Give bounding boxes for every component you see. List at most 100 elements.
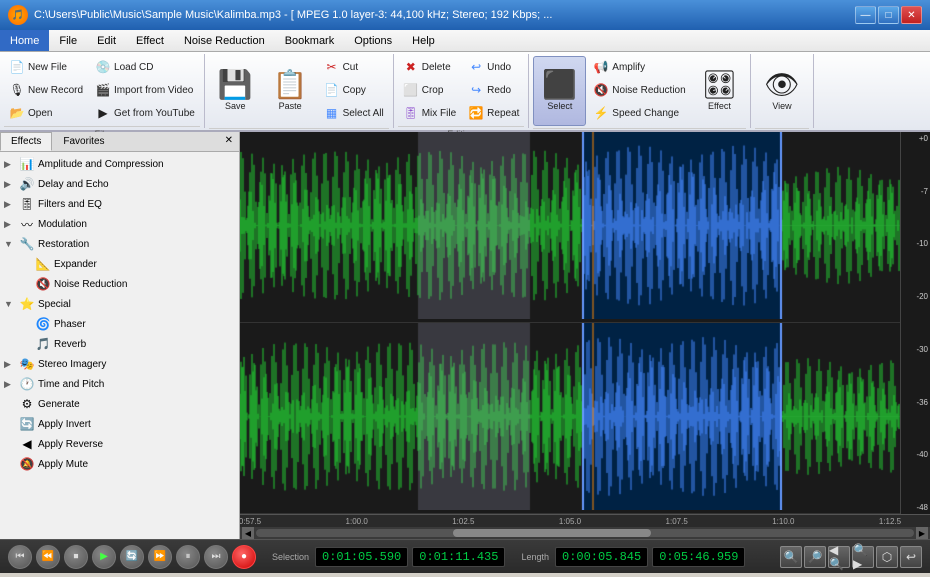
waveform-track-bottom[interactable] — [240, 323, 900, 514]
hscroll-left-button[interactable]: ◀ — [242, 527, 254, 539]
tree-item-delay[interactable]: ▶ 🔊 Delay and Echo — [0, 174, 239, 194]
transport-fast-forward[interactable]: ⏩ — [148, 545, 172, 569]
noise-reduction-icon: 🔇 — [593, 82, 609, 98]
get-youtube-button[interactable]: ▶ Get from YouTube — [90, 102, 200, 124]
length-value: 0:00:05.845 — [555, 547, 648, 567]
menu-effect[interactable]: Effect — [126, 30, 174, 51]
zoom-fit-button[interactable]: ⬡ — [876, 546, 898, 568]
tree-expand-icon: ▶ — [4, 159, 16, 170]
selection-label: Selection — [272, 552, 309, 562]
delay-icon: 🔊 — [19, 176, 35, 192]
select-all-button[interactable]: ▦ Select All — [319, 102, 389, 124]
tree-item-time-pitch[interactable]: ▶ 🕐 Time and Pitch — [0, 374, 239, 394]
waveform-tracks[interactable] — [240, 132, 900, 514]
tree-item-stereo[interactable]: ▶ 🎭 Stereo Imagery — [0, 354, 239, 374]
repeat-button[interactable]: 🔁 Repeat — [463, 102, 524, 124]
speed-change-button[interactable]: ⚡ Speed Change — [588, 102, 690, 124]
copy-button[interactable]: 📄 Copy — [319, 79, 389, 101]
noise-reduction-button[interactable]: 🔇 Noise Reduction — [588, 79, 690, 101]
transport-pause[interactable]: ⏸ — [176, 545, 200, 569]
open-icon: 📂 — [9, 105, 25, 121]
menu-home[interactable]: Home — [0, 30, 49, 51]
zoom-out-button[interactable]: 🔎 — [804, 546, 826, 568]
mix-file-button[interactable]: 🎚 Mix File — [398, 102, 461, 124]
save-button[interactable]: 💾 Save — [209, 56, 262, 126]
tree-item-noise-red[interactable]: 🔇 Noise Reduction — [16, 274, 239, 294]
tree-item-filters[interactable]: ▶ 🎚 Filters and EQ — [0, 194, 239, 214]
waveform-canvas-bottom — [240, 323, 900, 510]
tree-item-apply-reverse[interactable]: ◀ Apply Reverse — [0, 434, 239, 454]
effect-button[interactable]: 🎛 Effect — [693, 56, 747, 126]
window-controls: — □ ✕ — [855, 6, 922, 24]
apply-invert-icon: 🔄 — [19, 416, 35, 432]
redo-button[interactable]: ↪ Redo — [463, 79, 524, 101]
transport-rewind[interactable]: ⏪ — [36, 545, 60, 569]
import-video-button[interactable]: 🎬 Import from Video — [90, 79, 200, 101]
crop-icon: ⬜ — [403, 82, 419, 98]
new-file-icon: 📄 — [9, 59, 25, 75]
waveform-track-top[interactable] — [240, 132, 900, 323]
cut-icon: ✂ — [324, 59, 340, 75]
menu-options[interactable]: Options — [344, 30, 402, 51]
tree-item-reverb[interactable]: 🎵 Reverb — [16, 334, 239, 354]
tree-item-apply-mute[interactable]: 🔕 Apply Mute — [0, 454, 239, 474]
open-button[interactable]: 📂 Open — [4, 102, 88, 124]
new-record-button[interactable]: 🎙 New Record — [4, 79, 88, 101]
undo-button[interactable]: ↩ Undo — [463, 56, 524, 78]
view-button[interactable]: 👁 View — [755, 56, 809, 126]
sidebar-close-button[interactable]: ✕ — [219, 132, 239, 151]
transport-record[interactable]: ● — [232, 545, 256, 569]
sidebar-tree: ▶ 📊 Amplitude and Compression ▶ 🔊 Delay … — [0, 152, 239, 539]
hscroll-right-button[interactable]: ▶ — [916, 527, 928, 539]
paste-button[interactable]: 📋 Paste — [264, 56, 317, 126]
transport-skip-forward[interactable]: ⏭ — [204, 545, 228, 569]
cut-button[interactable]: ✂ Cut — [319, 56, 389, 78]
delete-button[interactable]: ✖ Delete — [398, 56, 461, 78]
transport-play[interactable]: ▶ — [92, 545, 116, 569]
apply-mute-label: Apply Mute — [38, 459, 88, 470]
zoom-left-button[interactable]: ◀🔍 — [828, 546, 850, 568]
sidebar-tab-favorites[interactable]: Favorites — [52, 132, 115, 151]
zoom-reset-button[interactable]: ↩ — [900, 546, 922, 568]
menu-help[interactable]: Help — [402, 30, 445, 51]
tree-item-modulation[interactable]: ▶ 〰 Modulation — [0, 214, 239, 234]
tree-item-special[interactable]: ▼ ⭐ Special — [0, 294, 239, 314]
close-button[interactable]: ✕ — [901, 6, 922, 24]
timeline-mark: 1:02.5 — [452, 517, 474, 526]
sidebar-tab-effects[interactable]: Effects — [0, 132, 52, 151]
ribbon-group-editing: ✖ Delete ⬜ Crop 🎚 Mix File ↩ Undo — [394, 54, 530, 128]
waveform-db-scale: +0 -7 -10 -20 -30 -36 -40 -48 — [900, 132, 930, 514]
new-file-button[interactable]: 📄 New File — [4, 56, 88, 78]
select-icon: ⬛ — [542, 71, 577, 99]
timeline[interactable]: 0:57.51:00.01:02.51:05.01:07.51:10.01:12… — [240, 514, 930, 527]
hscroll-thumb[interactable] — [453, 529, 650, 537]
menu-bookmark[interactable]: Bookmark — [275, 30, 345, 51]
transport-stop[interactable]: ⏹ — [64, 545, 88, 569]
zoom-in-button[interactable]: 🔍 — [780, 546, 802, 568]
phaser-icon: 🌀 — [35, 316, 51, 332]
amplify-button[interactable]: 📢 Amplify — [588, 56, 690, 78]
zoom-right-button[interactable]: 🔍▶ — [852, 546, 874, 568]
tree-item-generate[interactable]: ⚙ Generate — [0, 394, 239, 414]
transport-loop[interactable]: 🔄 — [120, 545, 144, 569]
tree-item-expander[interactable]: 📐 Expander — [16, 254, 239, 274]
amplitude-label: Amplitude and Compression — [38, 159, 164, 170]
tree-item-phaser[interactable]: 🌀 Phaser — [16, 314, 239, 334]
hscroll-track[interactable] — [256, 529, 914, 537]
select-button[interactable]: ⬛ Select — [533, 56, 586, 126]
minimize-button[interactable]: — — [855, 6, 876, 24]
ribbon-group-file: 📄 New File 🎙 New Record 📂 Open 💿 Load CD — [0, 54, 205, 128]
special-icon: ⭐ — [19, 296, 35, 312]
transport-skip-back[interactable]: ⏮ — [8, 545, 32, 569]
timeline-mark: 1:07.5 — [666, 517, 688, 526]
tree-item-restoration[interactable]: ▼ 🔧 Restoration — [0, 234, 239, 254]
tree-item-amplitude[interactable]: ▶ 📊 Amplitude and Compression — [0, 154, 239, 174]
maximize-button[interactable]: □ — [878, 6, 899, 24]
menu-edit[interactable]: Edit — [87, 30, 126, 51]
crop-button[interactable]: ⬜ Crop — [398, 79, 461, 101]
menu-file[interactable]: File — [49, 30, 87, 51]
restoration-label: Restoration — [38, 239, 89, 250]
menu-noise-reduction[interactable]: Noise Reduction — [174, 30, 275, 51]
tree-item-apply-invert[interactable]: 🔄 Apply Invert — [0, 414, 239, 434]
load-cd-button[interactable]: 💿 Load CD — [90, 56, 200, 78]
